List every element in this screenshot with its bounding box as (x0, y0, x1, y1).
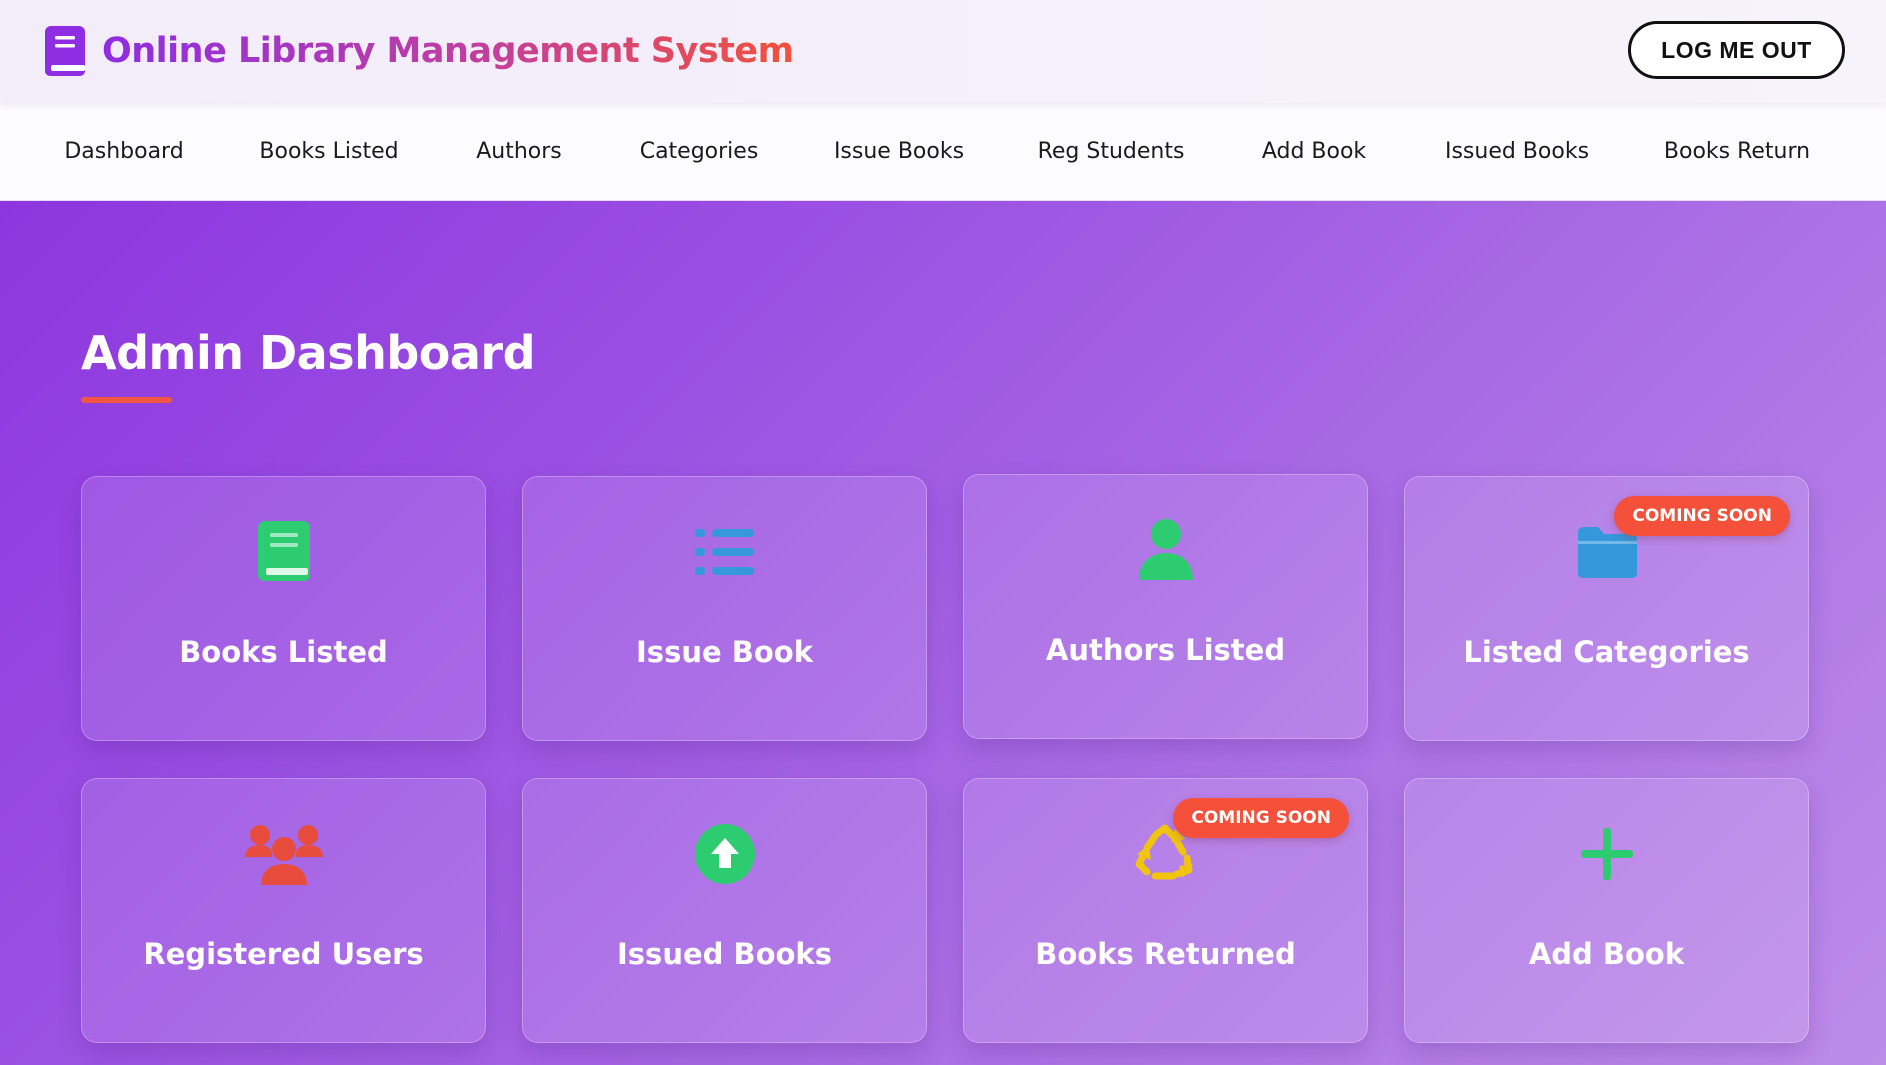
book-icon (244, 517, 324, 587)
dashboard-main: Admin Dashboard Books Listed Issue Book … (0, 201, 1886, 1065)
nav-item-books-listed[interactable]: Books Listed (259, 139, 398, 164)
card-label: Issue Book (636, 635, 813, 669)
plus-icon (1567, 819, 1647, 889)
card-listed-categories[interactable]: COMING SOON Listed Categories (1404, 476, 1809, 741)
card-issued-books[interactable]: Issued Books (522, 778, 927, 1043)
page-title: Admin Dashboard (81, 326, 536, 380)
card-label: Add Book (1528, 937, 1685, 971)
card-issue-book[interactable]: Issue Book (522, 476, 927, 741)
nav-item-issue-books[interactable]: Issue Books (834, 139, 964, 164)
nav-item-issued-books[interactable]: Issued Books (1445, 139, 1589, 164)
nav-item-dashboard[interactable]: Dashboard (64, 139, 183, 164)
card-books-listed[interactable]: Books Listed (81, 476, 486, 741)
nav-item-books-return[interactable]: Books Return (1664, 139, 1810, 164)
book-logo-icon (45, 26, 85, 76)
card-label: Books Listed (179, 635, 388, 669)
brand-title: Online Library Management System (102, 31, 794, 71)
coming-soon-badge: COMING SOON (1614, 496, 1790, 536)
logout-button[interactable]: LOG ME OUT (1628, 21, 1845, 79)
card-label: Registered Users (143, 937, 424, 971)
card-label: Books Returned (1035, 937, 1296, 971)
card-books-returned[interactable]: COMING SOON Books Returned (963, 778, 1368, 1043)
brand[interactable]: Online Library Management System (43, 24, 794, 78)
user-icon (1126, 515, 1206, 585)
users-icon (244, 819, 324, 889)
nav-item-add-book[interactable]: Add Book (1262, 139, 1366, 164)
title-underline (81, 397, 172, 403)
nav-item-categories[interactable]: Categories (640, 139, 759, 164)
coming-soon-badge: COMING SOON (1173, 798, 1349, 838)
card-label: Listed Categories (1463, 635, 1750, 669)
card-registered-users[interactable]: Registered Users (81, 778, 486, 1043)
upload-circle-icon (685, 819, 765, 889)
card-label: Authors Listed (1045, 633, 1286, 667)
card-add-book[interactable]: Add Book (1404, 778, 1809, 1043)
nav-item-authors[interactable]: Authors (476, 139, 562, 164)
top-header: Online Library Management System LOG ME … (0, 0, 1886, 103)
card-authors-listed[interactable]: Authors Listed (963, 474, 1368, 739)
card-label: Issued Books (617, 937, 832, 971)
main-nav: Dashboard Books Listed Authors Categorie… (0, 103, 1886, 201)
list-icon (685, 517, 765, 587)
nav-item-reg-students[interactable]: Reg Students (1038, 139, 1185, 164)
